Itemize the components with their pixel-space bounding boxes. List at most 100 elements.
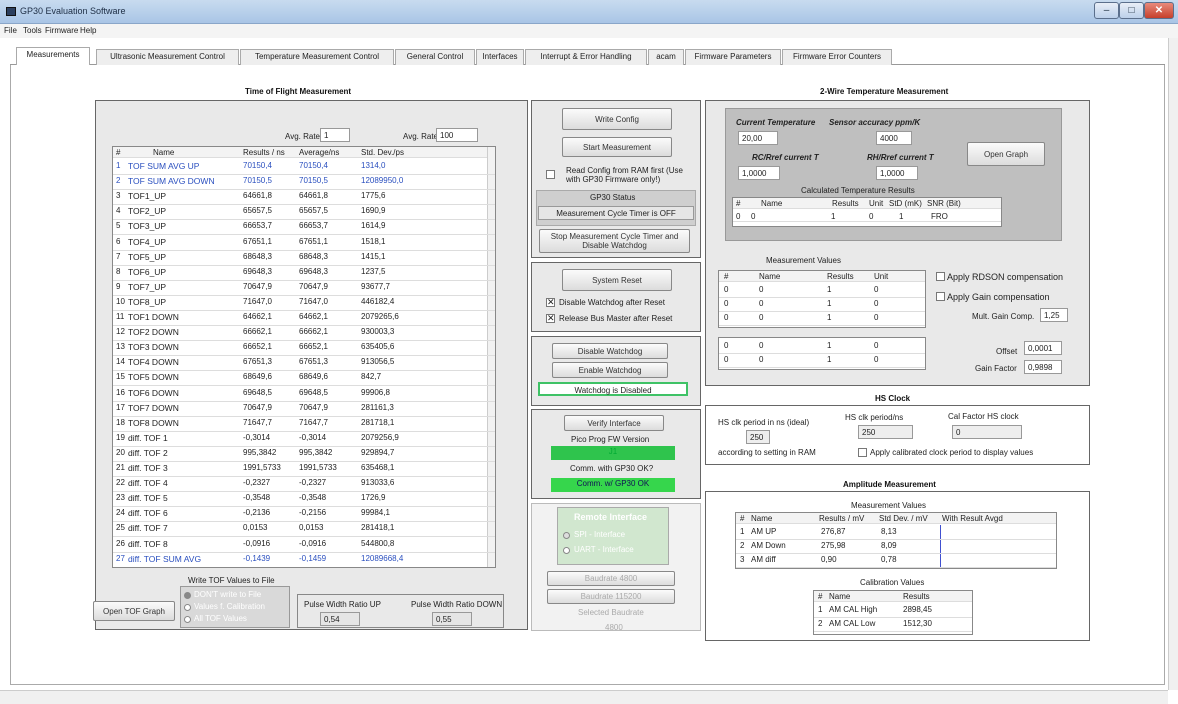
tof-row[interactable]: 6 TOF4_UP 67651,1 67651,1 1518,1: [113, 236, 495, 251]
offset-input[interactable]: 0,0001: [1024, 341, 1062, 355]
read-config-checkbox[interactable]: [546, 170, 555, 179]
tof-row[interactable]: 9 TOF7_UP 70647,9 70647,9 93677,7: [113, 281, 495, 296]
tof-row[interactable]: 8 TOF6_UP 69648,3 69648,3 1237,5: [113, 266, 495, 281]
tab-ultrasonic[interactable]: Ultrasonic Measurement Control: [96, 49, 239, 65]
rh-input[interactable]: 1,0000: [876, 166, 918, 180]
radio-all-tof[interactable]: [184, 616, 191, 623]
tof-row[interactable]: 1 TOF SUM AVG UP 70150,4 70150,4 1314,0: [113, 160, 495, 176]
write-config-button[interactable]: Write Config: [562, 108, 672, 130]
baudrate-115200-button[interactable]: Baudrate 115200: [547, 589, 675, 604]
tof-row[interactable]: 18 TOF8 DOWN 71647,7 71647,7 281718,1: [113, 417, 495, 432]
table-row[interactable]: 0 0 1 0: [719, 298, 925, 312]
gain-checkbox[interactable]: [936, 292, 945, 301]
tof-row[interactable]: 12 TOF2 DOWN 66662,1 66662,1 930003,3: [113, 326, 495, 342]
tab-measurements[interactable]: Measurements: [16, 47, 90, 65]
tof-row[interactable]: 13 TOF3 DOWN 66652,1 66652,1 635405,6: [113, 341, 495, 357]
tof-row[interactable]: 20 diff. TOF 2 995,3842 995,3842 929894,7: [113, 447, 495, 462]
horizontal-scrollbar[interactable]: [0, 690, 1168, 704]
maximize-button[interactable]: □: [1119, 2, 1144, 19]
sensor-acc-input[interactable]: 4000: [876, 131, 912, 145]
tof-row[interactable]: 17 TOF7 DOWN 70647,9 70647,9 281161,3: [113, 402, 495, 417]
tof-row[interactable]: 25 diff. TOF 7 0,0153 0,0153 281418,1: [113, 522, 495, 538]
avg-rate-input-1[interactable]: 1: [320, 128, 350, 142]
stop-cycle-button[interactable]: Stop Measurement Cycle Timer and Disable…: [539, 229, 690, 253]
radio-spi[interactable]: [563, 532, 570, 539]
radio-calibration[interactable]: [184, 604, 191, 611]
rdson-checkbox[interactable]: [936, 272, 945, 281]
menu-firmware[interactable]: Firmware: [45, 26, 78, 35]
radio-uart[interactable]: [563, 547, 570, 554]
disable-wd-checkbox[interactable]: ✕: [546, 298, 555, 307]
vertical-scrollbar[interactable]: [1168, 38, 1178, 690]
disable-watchdog-button[interactable]: Disable Watchdog: [552, 343, 668, 359]
menu-file[interactable]: File: [4, 26, 17, 35]
tof-row[interactable]: 23 diff. TOF 5 -0,3548 -0,3548 1726,9: [113, 492, 495, 508]
table-row[interactable]: 2 AM CAL Low 1512,30: [814, 618, 972, 632]
amp-table[interactable]: # Name Results / mV Std Dev. / mV With R…: [735, 512, 1057, 569]
start-measurement-button[interactable]: Start Measurement: [562, 137, 672, 157]
menu-tools[interactable]: Tools: [23, 26, 42, 35]
avg-rate-input-2[interactable]: 100: [436, 128, 478, 142]
table-row[interactable]: 0 0 1 0: [719, 284, 925, 298]
calib-table[interactable]: # Name Results 1 AM CAL High 2898,45 2 AM CA…: [813, 590, 973, 635]
rc-input[interactable]: 1,0000: [738, 166, 780, 180]
tab-interrupt[interactable]: Interrupt & Error Handling: [525, 49, 647, 65]
mult-gain-input[interactable]: 1,25: [1040, 308, 1068, 322]
temp-mv-table-2[interactable]: 0 0 1 0 0 0 1 0: [718, 337, 926, 370]
table-row[interactable]: 0 0 1 0: [719, 312, 925, 326]
tof-row[interactable]: 26 diff. TOF 8 -0,0916 -0,0916 544800,8: [113, 538, 495, 553]
selected-baud-value: 4800: [605, 623, 623, 632]
verify-interface-button[interactable]: Verify Interface: [564, 415, 664, 431]
minimize-button[interactable]: –: [1094, 2, 1119, 19]
table-cell: 5: [116, 221, 121, 231]
open-graph-button[interactable]: Open Graph: [967, 142, 1045, 166]
tof-row[interactable]: 4 TOF2_UP 65657,5 65657,5 1690,9: [113, 205, 495, 221]
tab-firmware-errors[interactable]: Firmware Error Counters: [782, 49, 892, 65]
table-cell: 24: [116, 508, 125, 518]
tof-row[interactable]: 7 TOF5_UP 68648,3 68648,3 1415,1: [113, 251, 495, 266]
temp-mv-table[interactable]: # Name Results Unit 0 0 1 0 0 0 1 0 0 0 1 0: [718, 270, 926, 328]
tof-row[interactable]: 5 TOF3_UP 66653,7 66653,7 1614,9: [113, 220, 495, 236]
system-reset-button[interactable]: System Reset: [562, 269, 672, 291]
table-row[interactable]: 0 0 1 0: [719, 340, 925, 354]
table-row[interactable]: 1 AM CAL High 2898,45: [814, 604, 972, 618]
tab-general[interactable]: General Control: [395, 49, 475, 65]
cur-temp-input[interactable]: 20,00: [738, 131, 778, 145]
tof-row[interactable]: 2 TOF SUM AVG DOWN 70150,5 70150,5 12089950,…: [113, 175, 495, 191]
enable-watchdog-button[interactable]: Enable Watchdog: [552, 362, 668, 378]
release-bus-checkbox[interactable]: ✕: [546, 314, 555, 323]
tab-temperature[interactable]: Temperature Measurement Control: [240, 49, 394, 65]
tof-row[interactable]: 27 diff. TOF SUM AVG -0,1439 -0,1459 1208966…: [113, 553, 495, 567]
col-header: #: [116, 148, 121, 157]
apply-cal-checkbox[interactable]: [858, 448, 867, 457]
baudrate-4800-button[interactable]: Baudrate 4800: [547, 571, 675, 586]
table-row[interactable]: 2 AM Down 275,98 8,09: [736, 540, 1056, 554]
tof-row[interactable]: 24 diff. TOF 6 -0,2136 -0,2156 99984,1: [113, 507, 495, 523]
table-row[interactable]: 0 0 1 0: [719, 354, 925, 368]
close-button[interactable]: ✕: [1144, 2, 1174, 19]
tof-row[interactable]: 11 TOF1 DOWN 64662,1 64662,1 2079265,6: [113, 311, 495, 327]
menu-help[interactable]: Help: [80, 26, 96, 35]
tof-row[interactable]: 14 TOF4 DOWN 67651,3 67651,3 913056,5: [113, 356, 495, 372]
gain-factor-input[interactable]: 0,9898: [1024, 360, 1062, 374]
tab-firmware-params[interactable]: Firmware Parameters: [685, 49, 781, 65]
table-row[interactable]: 3 AM diff 0,90 0,78: [736, 554, 1056, 568]
tab-interfaces[interactable]: Interfaces: [476, 49, 524, 65]
tof-row[interactable]: 10 TOF8_UP 71647,0 71647,0 446182,4: [113, 296, 495, 311]
tof-row[interactable]: 15 TOF5 DOWN 68649,6 68649,6 842,7: [113, 371, 495, 387]
apply-cal-label: Apply calibrated clock period to display…: [870, 448, 1034, 457]
mv-title: Measurement Values: [766, 256, 841, 265]
tof-row[interactable]: 21 diff. TOF 3 1991,5733 1991,5733 635468,1: [113, 462, 495, 478]
tof-table[interactable]: # Name Results / ns Average/ns Std. Dev.…: [112, 146, 496, 568]
open-tof-graph-button[interactable]: Open TOF Graph: [93, 601, 175, 621]
tab-acam[interactable]: acam: [648, 49, 684, 65]
tof-row[interactable]: 22 diff. TOF 4 -0,2327 -0,2327 913033,6: [113, 477, 495, 493]
calc-results-table[interactable]: # Name Results Unit StD (mK) SNR (Bit) 0…: [732, 197, 1002, 227]
table-cell: 93677,7: [361, 281, 390, 291]
tof-row[interactable]: 3 TOF1_UP 64661,8 64661,8 1775,6: [113, 190, 495, 206]
table-cell: -0,1439: [243, 553, 271, 563]
table-row[interactable]: 1 AM UP 276,87 8,13: [736, 526, 1056, 540]
tof-row[interactable]: 19 diff. TOF 1 -0,3014 -0,3014 2079256,9: [113, 432, 495, 447]
radio-dont-write[interactable]: [184, 592, 191, 599]
tof-row[interactable]: 16 TOF6 DOWN 69648,5 69648,5 99906,8: [113, 387, 495, 402]
